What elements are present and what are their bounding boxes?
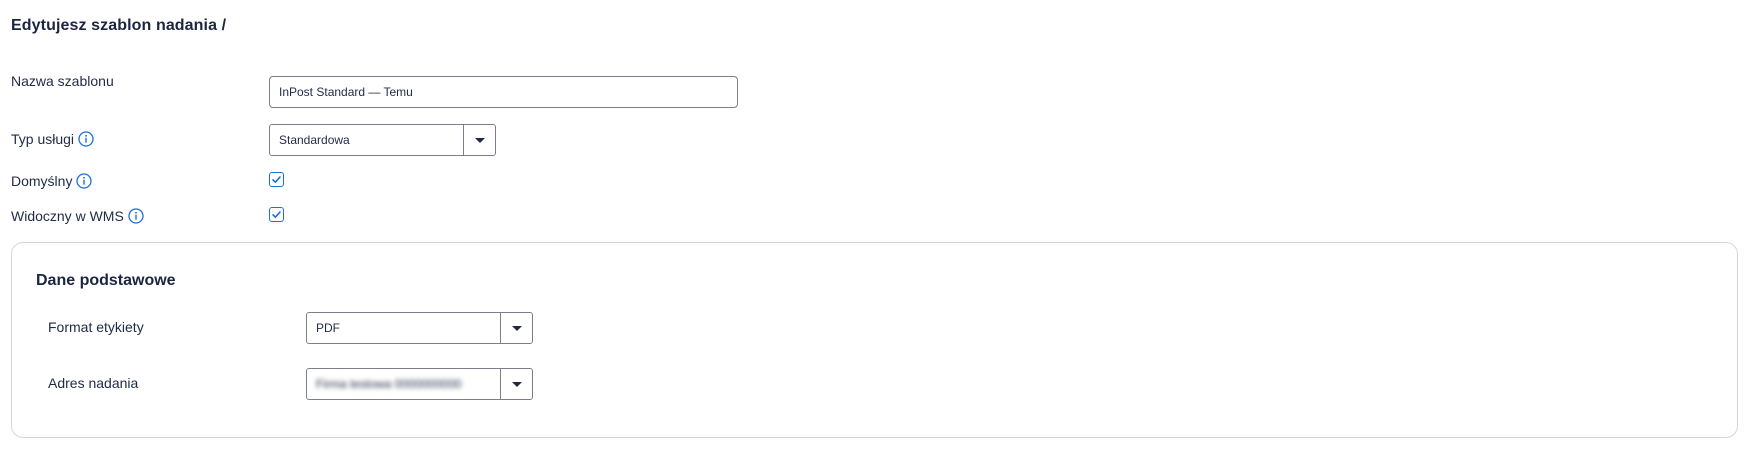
sender-address-select[interactable]: Firma testowa 0000000000 <box>306 368 533 400</box>
visible-in-wms-label: Widoczny w WMS <box>11 206 144 226</box>
checkmark-icon <box>272 176 281 183</box>
label-format-value[interactable]: PDF <box>307 313 500 343</box>
sender-address-dropdown-button[interactable] <box>500 369 532 399</box>
label-format-select[interactable]: PDF <box>306 312 533 344</box>
checkmark-icon <box>272 211 281 218</box>
template-name-label-text: Nazwa szablonu <box>11 73 114 89</box>
template-name-label: Nazwa szablonu <box>11 71 114 91</box>
service-type-label-text: Typ usługi <box>11 131 75 147</box>
basic-data-panel: Dane podstawowe Format etykiety PDF Adre… <box>11 242 1738 438</box>
label-format-label: Format etykiety <box>48 319 144 335</box>
default-label-text: Domyślny <box>11 173 73 189</box>
chevron-down-icon <box>511 325 522 331</box>
basic-data-title: Dane podstawowe <box>36 272 176 289</box>
info-icon[interactable] <box>128 208 144 224</box>
visible-in-wms-label-text: Widoczny w WMS <box>11 208 124 224</box>
label-format-dropdown-button[interactable] <box>500 313 532 343</box>
page-title: Edytujesz szablon nadania / <box>11 17 227 34</box>
service-type-dropdown-button[interactable] <box>463 125 495 155</box>
default-checkbox[interactable] <box>269 172 284 187</box>
visible-in-wms-checkbox[interactable] <box>269 207 284 222</box>
template-name-input[interactable]: InPost Standard — Temu <box>269 76 738 108</box>
info-icon[interactable] <box>76 173 93 189</box>
page: Edytujesz szablon nadania / Nazwa szablo… <box>0 0 1751 451</box>
chevron-down-icon <box>474 137 485 143</box>
sender-address-value[interactable]: Firma testowa 0000000000 <box>307 369 500 399</box>
service-type-label: Typ usługi <box>11 129 94 149</box>
sender-address-label: Adres nadania <box>48 375 139 391</box>
service-type-value[interactable]: Standardowa <box>270 125 463 155</box>
info-icon[interactable] <box>78 131 94 147</box>
service-type-select[interactable]: Standardowa <box>269 124 496 156</box>
chevron-down-icon <box>511 381 522 387</box>
default-label: Domyślny <box>11 171 93 191</box>
